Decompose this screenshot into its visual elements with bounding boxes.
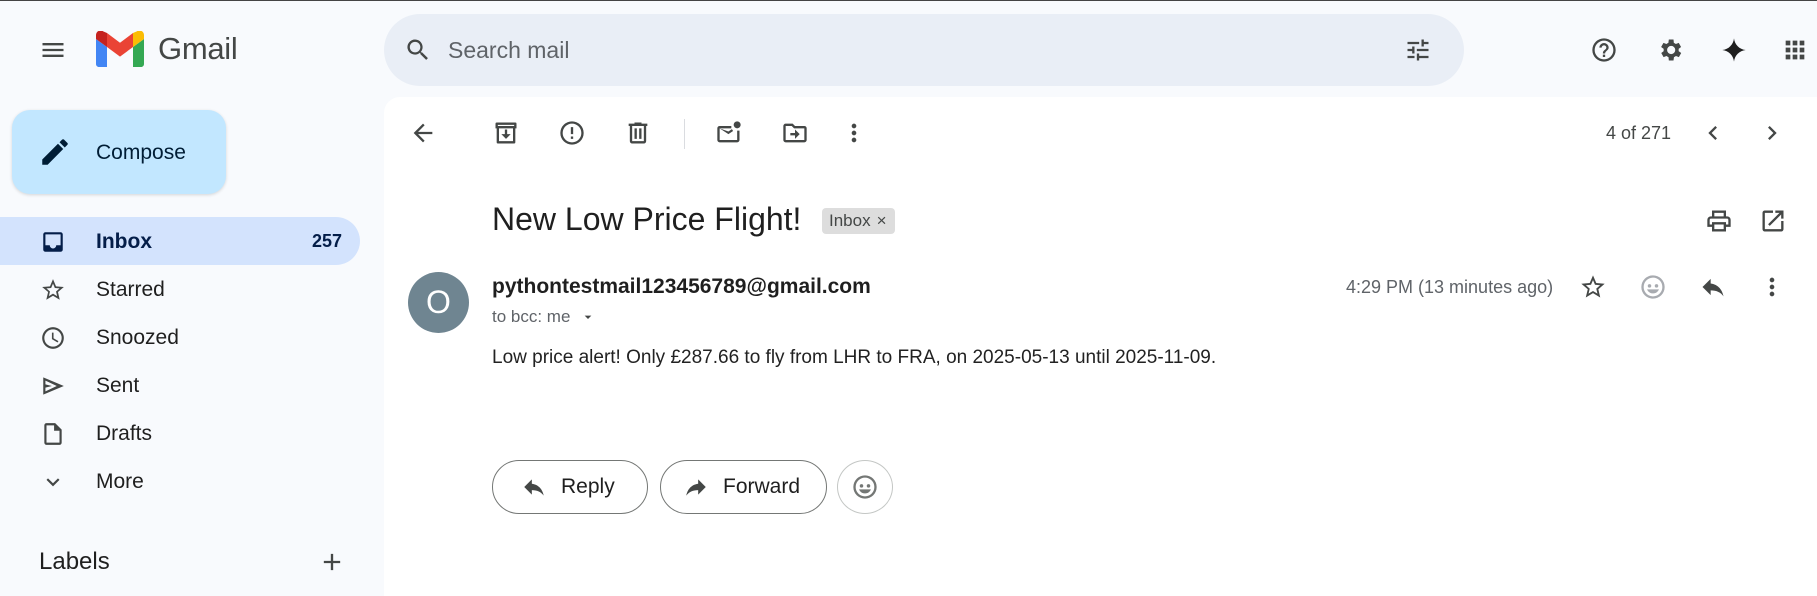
remove-label-button[interactable]: × [877,208,887,234]
mark-unread-icon [717,121,741,143]
search-bar[interactable] [384,14,1464,86]
delete-icon [628,122,648,144]
email-subject: New Low Price Flight! [492,201,802,237]
search-options-button[interactable] [1394,26,1442,74]
labels-heading: Labels [39,548,110,575]
search-input[interactable] [448,14,1348,86]
reply-icon-button[interactable] [1689,263,1737,311]
toolbar-divider [684,119,685,149]
plus-icon [323,553,341,571]
reply-icon [524,479,544,496]
open-in-new-icon [1762,210,1784,232]
chevron-down-icon [46,478,60,487]
react-emoji-button[interactable] [837,460,893,514]
report-spam-button[interactable] [548,109,596,157]
apps-grid-icon [1785,40,1805,60]
search-button[interactable] [394,26,442,74]
star-icon [1581,275,1605,298]
older-chevron-icon [1768,126,1777,140]
create-label-button[interactable] [308,538,356,586]
sidebar-item-starred[interactable]: Starred [0,265,360,313]
gemini-icon [1722,38,1746,62]
send-icon [43,377,64,395]
search-icon [407,39,428,60]
gemini-button[interactable] [1710,26,1758,74]
email-timestamp: 4:29 PM (13 minutes ago) [1346,277,1554,297]
archive-icon [495,122,517,144]
print-all-button[interactable] [1695,197,1743,245]
sender-avatar[interactable]: O [408,272,469,333]
back-button[interactable] [399,109,447,157]
sidebar-item-label: Sent [96,374,140,397]
pagination-count: 4 of 271 [1606,123,1672,143]
more-actions-button[interactable] [830,109,878,157]
newer-chevron-icon [1708,126,1717,140]
open-new-window-button[interactable] [1749,197,1797,245]
delete-button[interactable] [614,109,662,157]
search-options-icon [1407,39,1429,61]
sidebar-item-label: More [96,470,144,493]
sidebar-item-sent[interactable]: Sent [0,361,360,409]
show-details-dropdown-icon[interactable] [580,309,596,325]
sidebar-item-label: Snoozed [96,326,179,349]
newer-button[interactable] [1689,109,1737,157]
gmail-logo-icon [96,31,144,67]
apps-button[interactable] [1771,26,1817,74]
sender-email[interactable]: pythontestmail123456789@gmail.com [492,275,871,299]
draft-icon [44,423,62,445]
gmail-logo[interactable] [96,31,144,67]
forward-label: Forward [723,475,801,498]
sidebar-item-label: Starred [96,278,165,301]
sidebar-item-label: Drafts [96,422,153,445]
help-button[interactable] [1580,26,1628,74]
recipients-line[interactable]: to bcc: me [492,307,596,327]
star-button[interactable] [1569,263,1617,311]
label-chip-text: Inbox [829,211,871,230]
add-reaction-button[interactable] [1629,263,1677,311]
emoji-icon [1641,275,1665,299]
inbox-icon [43,232,63,252]
older-button[interactable] [1748,109,1796,157]
more-vert-icon [851,123,857,143]
email-body: Low price alert! Only £287.66 to fly fro… [492,347,1217,368]
inbox-unread-count: 257 [311,231,342,251]
reply-button[interactable]: Reply [492,460,648,514]
sidebar-item-drafts[interactable]: Drafts [0,409,360,457]
settings-icon [1661,39,1682,61]
report-spam-icon [560,121,584,145]
sidebar-item-label: Inbox [96,230,152,253]
clock-icon [42,327,64,349]
emoji-icon [853,475,877,499]
move-to-button[interactable] [771,109,819,157]
main-menu-icon [42,43,64,57]
reply-label: Reply [561,475,615,498]
inbox-label-chip[interactable]: Inbox × [822,208,895,234]
main-menu-button[interactable] [29,26,77,74]
sidebar-item-inbox[interactable]: Inbox 257 [0,217,360,265]
reply-icon [1702,278,1724,297]
archive-button[interactable] [482,109,530,157]
recipients-text: to bcc: me [492,307,571,326]
pencil-icon [42,139,68,165]
forward-icon [686,479,706,496]
move-to-icon [783,123,807,143]
more-vert-icon [1769,277,1775,297]
print-icon [1707,210,1731,232]
settings-button[interactable] [1646,26,1694,74]
back-arrow-icon [413,123,433,143]
sidebar-item-snoozed[interactable]: Snoozed [0,313,360,361]
help-icon [1592,38,1616,62]
forward-button[interactable]: Forward [660,460,827,514]
compose-label: Compose [96,141,186,164]
compose-button[interactable]: Compose [12,110,226,194]
message-more-button[interactable] [1748,263,1796,311]
gmail-wordmark: Gmail [158,31,238,66]
mark-unread-button[interactable] [705,109,753,157]
star-icon [42,279,64,300]
sidebar-item-more[interactable]: More [0,457,360,505]
